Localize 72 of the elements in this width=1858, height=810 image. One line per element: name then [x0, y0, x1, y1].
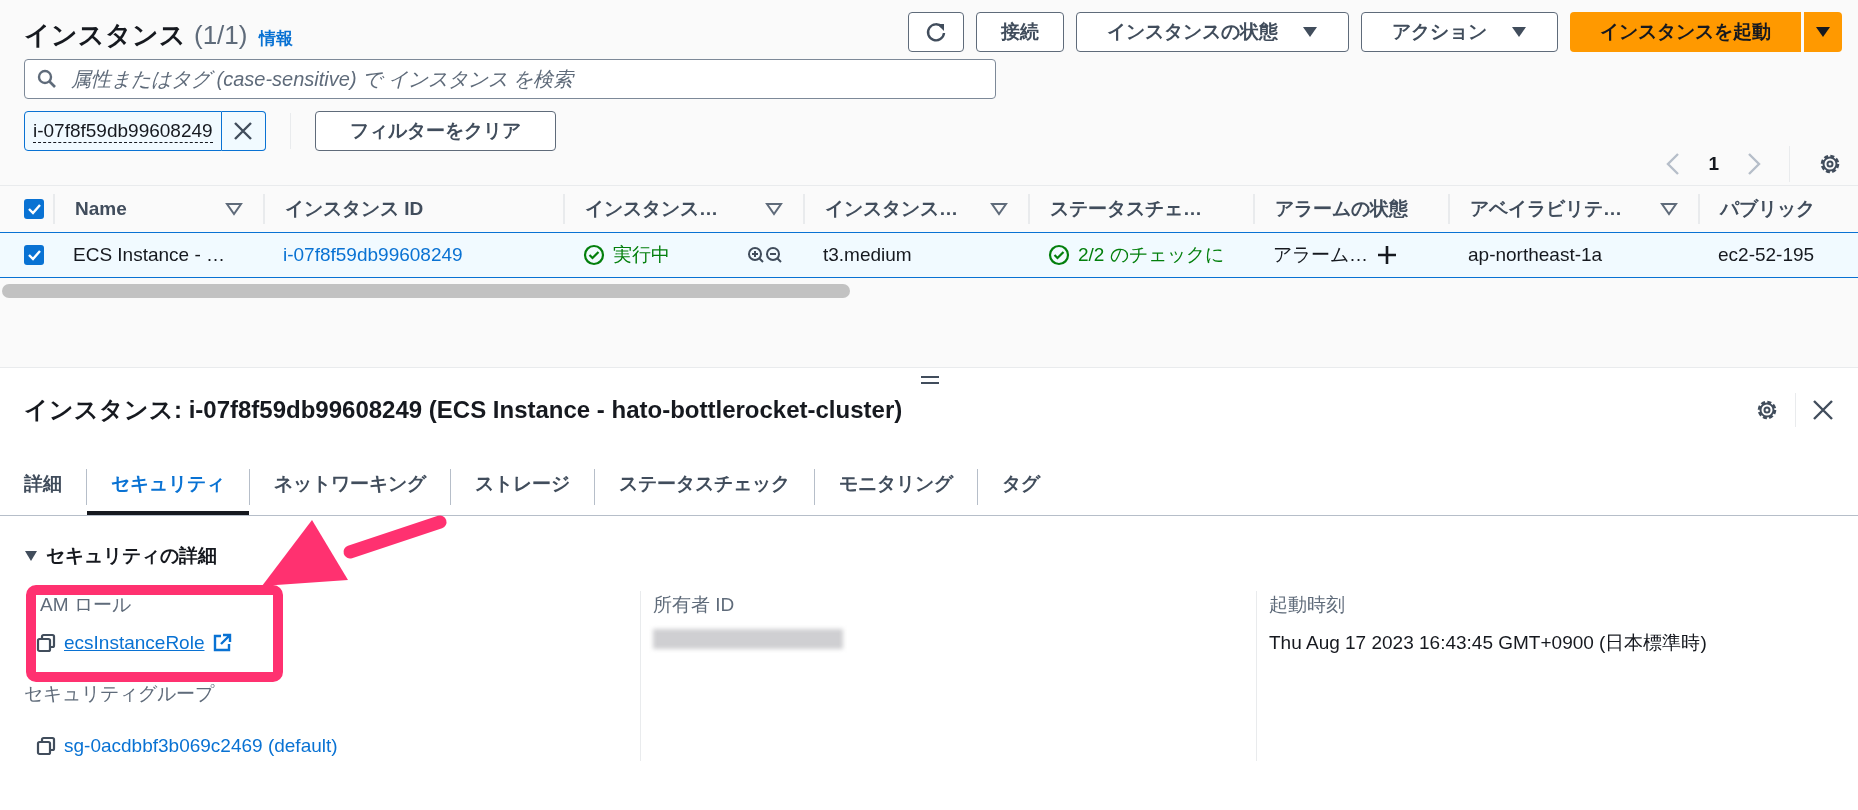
table-cell-text: ec2-52-195: [1718, 242, 1815, 267]
settings-icon[interactable]: [1755, 398, 1779, 422]
checkbox[interactable]: [24, 245, 44, 265]
clear-filters-button[interactable]: フィルターをクリア: [314, 111, 556, 151]
column-header[interactable]: インスタンス…: [585, 194, 718, 224]
tab[interactable]: モニタリング: [815, 458, 977, 515]
refresh-icon: [925, 21, 947, 43]
status-text: 実行中: [613, 242, 670, 267]
column-header[interactable]: インスタンス…: [825, 194, 958, 224]
sort-icon[interactable]: [225, 202, 243, 216]
status-text: 2/2 のチェックに: [1078, 242, 1224, 267]
filter-token: i-07f8f59db99608249: [24, 111, 222, 151]
column-header[interactable]: ステータスチェ…: [1050, 194, 1202, 224]
remove-filter-button[interactable]: [221, 111, 266, 151]
field-label: AM ロール: [40, 592, 131, 617]
table-cell-text: ap-northeast-1a: [1468, 242, 1603, 267]
dropdown-button[interactable]: [1804, 12, 1842, 52]
field-link[interactable]: ecsInstanceRole: [64, 629, 233, 658]
resize-handle[interactable]: [921, 376, 939, 384]
field-label: セキュリティグループ: [24, 681, 214, 706]
table-row[interactable]: ECS Instance - … i-07f8f59db99608249 実行中 t3.medium 2/2 のチェックに アラーム… ap-northeast-1a ec2-52-195: [0, 232, 1858, 278]
caret-icon: [1302, 25, 1318, 39]
tab[interactable]: 詳細: [0, 458, 86, 515]
column-header[interactable]: アベイラビリテ…: [1470, 194, 1622, 224]
page-title: インスタンス: [24, 19, 186, 52]
caret-icon[interactable]: [24, 550, 38, 563]
caret-icon: [1511, 25, 1527, 39]
search-icon: [37, 69, 57, 89]
search-field[interactable]: 属性またはタグ (case-sensitive) で インスタンス を検索: [24, 59, 996, 99]
table-cell-text: t3.medium: [823, 242, 912, 267]
field-label: 起動時刻: [1269, 592, 1345, 617]
instance-id-link[interactable]: i-07f8f59db99608249: [283, 240, 463, 270]
zoom-icons[interactable]: [747, 246, 783, 264]
panel-title: インスタンス: i-07f8f59db99608249 (ECS Instance - hato-bottlerocket-cluster): [24, 395, 903, 425]
tab[interactable]: ストレージ: [451, 458, 594, 515]
tab[interactable]: ネットワーキング: [250, 458, 450, 515]
field-link[interactable]: sg-0acdbbf3b069c2469 (default): [64, 732, 338, 761]
refresh-button[interactable]: [908, 12, 964, 52]
copy-icon[interactable]: [36, 633, 56, 654]
column-header[interactable]: Name: [75, 194, 127, 224]
settings-icon[interactable]: [1818, 152, 1842, 176]
copy-icon[interactable]: [36, 736, 56, 757]
plus-icon[interactable]: [1376, 244, 1398, 266]
tab[interactable]: タグ: [978, 458, 1064, 515]
column-header[interactable]: パブリック: [1720, 194, 1815, 224]
horizontal-scrollbar[interactable]: [2, 284, 850, 298]
sort-icon[interactable]: [990, 202, 1008, 216]
close-icon[interactable]: [1812, 399, 1834, 421]
sort-icon[interactable]: [765, 202, 783, 216]
dropdown-button[interactable]: インスタンスの状態: [1076, 12, 1349, 52]
tab[interactable]: ステータスチェック: [595, 458, 814, 515]
close-icon: [233, 121, 254, 141]
checkbox[interactable]: [24, 199, 44, 219]
sort-icon[interactable]: [1660, 202, 1678, 216]
column-header[interactable]: インスタンス ID: [285, 194, 424, 224]
tab[interactable]: セキュリティ: [87, 458, 249, 515]
check-circle-icon: [1048, 244, 1070, 266]
table-cell-text: ECS Instance - …: [73, 242, 226, 267]
launch-instance-button[interactable]: インスタンスを起動: [1570, 12, 1801, 52]
connect-button[interactable]: 接続: [976, 12, 1064, 52]
check-circle-icon: [583, 244, 605, 266]
field-label: 所有者 ID: [653, 592, 735, 617]
external-link-icon: [212, 633, 233, 654]
page-number[interactable]: 1: [1708, 149, 1719, 179]
instance-count: (1/1): [194, 19, 248, 52]
caret-icon: [1815, 25, 1831, 39]
field-value: Thu Aug 17 2023 16:43:45 GMT+0900 (日本標準時): [1269, 631, 1708, 655]
table-cell-text: アラーム…: [1273, 242, 1368, 267]
info-link[interactable]: 情報: [259, 26, 294, 52]
dropdown-button[interactable]: アクション: [1361, 12, 1558, 52]
column-header[interactable]: アラームの状態: [1275, 194, 1408, 224]
section-title[interactable]: セキュリティの詳細: [46, 542, 217, 571]
